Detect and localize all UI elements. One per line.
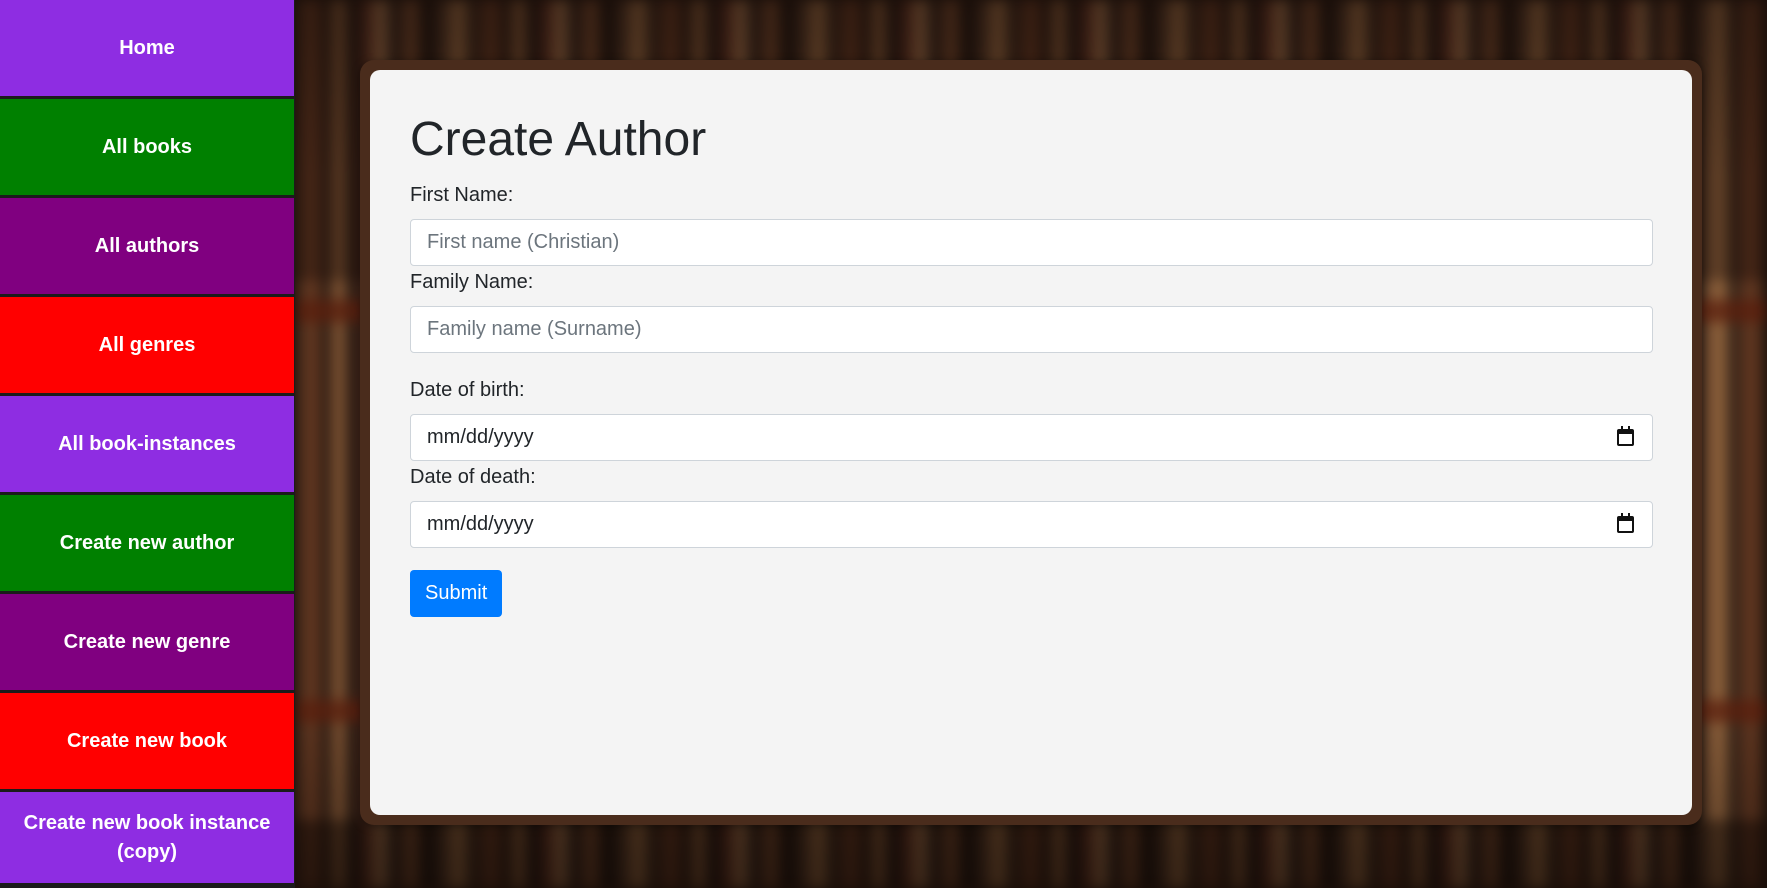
family-name-placeholder: Family name (Surname) xyxy=(427,318,642,340)
date-of-death-value: mm/dd/yyyy xyxy=(427,513,534,535)
sidebar-item-create-book-instance[interactable]: Create new book instance (copy) xyxy=(0,792,294,883)
sidebar-item-all-book-instances[interactable]: All book-instances xyxy=(0,396,294,492)
first-name-input[interactable]: First name (Christian) xyxy=(410,219,1653,266)
sidebar-item-create-genre[interactable]: Create new genre xyxy=(0,594,294,690)
date-of-death-input[interactable]: mm/dd/yyyy xyxy=(410,501,1653,548)
date-of-birth-input[interactable]: mm/dd/yyyy xyxy=(410,414,1653,461)
family-name-input[interactable]: Family name (Surname) xyxy=(410,306,1653,353)
page-title: Create Author xyxy=(410,113,707,166)
date-of-birth-label: Date of birth: xyxy=(410,379,525,401)
sidebar-item-create-author[interactable]: Create new author xyxy=(0,495,294,591)
sidebar-item-all-genres[interactable]: All genres xyxy=(0,297,294,393)
date-of-death-label: Date of death: xyxy=(410,466,536,488)
sidebar-item-create-book[interactable]: Create new book xyxy=(0,693,294,789)
submit-button[interactable]: Submit xyxy=(410,570,503,617)
sidebar-item-all-authors[interactable]: All authors xyxy=(0,198,294,294)
sidebar-item-all-books[interactable]: All books xyxy=(0,99,294,195)
date-of-birth-value: mm/dd/yyyy xyxy=(427,426,534,448)
first-name-label: First Name: xyxy=(410,184,514,206)
family-name-label: Family Name: xyxy=(410,271,534,293)
sidebar-item-home[interactable]: Home xyxy=(0,0,294,96)
create-author-panel: Create Author First Name: First name (Ch… xyxy=(370,70,1692,815)
calendar-icon[interactable] xyxy=(1617,426,1634,446)
sidebar-nav: Home All books All authors All genres Al… xyxy=(0,0,295,888)
first-name-placeholder: First name (Christian) xyxy=(427,231,620,253)
calendar-icon[interactable] xyxy=(1617,513,1634,533)
